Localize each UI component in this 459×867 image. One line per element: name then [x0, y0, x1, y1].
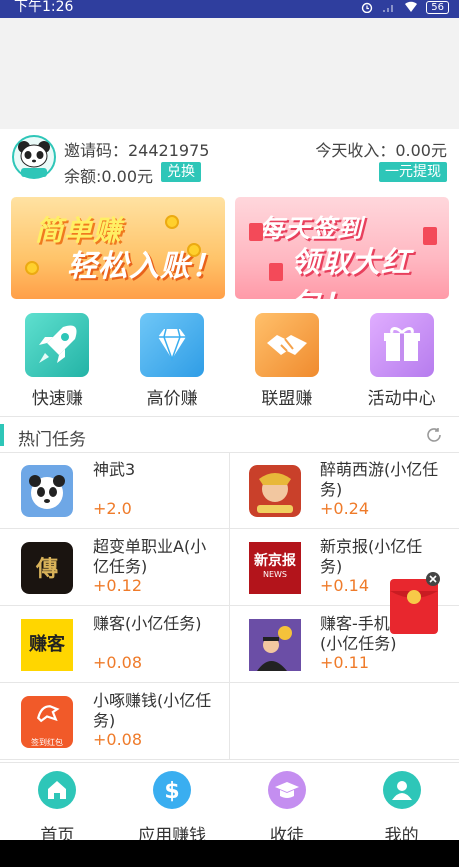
- floating-red-packet-icon[interactable]: [390, 571, 440, 634]
- category-fast-earn-label: 快速赚: [31, 389, 83, 409]
- promo-easy-earn[interactable]: 简单赚 轻松入账！: [11, 197, 225, 299]
- zhuanke-icon-text: 赚客: [29, 634, 65, 655]
- invite-code: 邀请码：24421975: [64, 141, 210, 160]
- legend-game-icon: 傳: [21, 542, 73, 594]
- task-item[interactable]: 签到红包 小啄赚钱(小亿任务) +0.08: [0, 683, 229, 760]
- tab-home[interactable]: 首页: [0, 763, 115, 846]
- zhuanke-icon: 赚客: [21, 619, 73, 671]
- task-item[interactable]: 醉萌西游(小亿任务) +0.24: [229, 452, 459, 529]
- task-empty-cell: [229, 683, 459, 760]
- zhuanke-phone-icon: [249, 619, 301, 671]
- task-reward: +0.08: [93, 653, 143, 672]
- panda-avatar-icon[interactable]: [12, 135, 56, 179]
- home-icon: [38, 771, 77, 809]
- category-fast-earn[interactable]: 快速赚: [0, 313, 115, 409]
- dollar-icon: $: [153, 771, 192, 809]
- task-name: 醉萌西游(小亿任务): [320, 460, 439, 499]
- category-alliance[interactable]: 联盟赚: [230, 313, 345, 409]
- promo-checkin-line2: 领取大红包！: [291, 245, 412, 299]
- task-reward: +0.08: [93, 730, 143, 749]
- task-reward: +0.12: [93, 576, 143, 595]
- xiaozhuo-icon-sub: 签到红包: [31, 738, 63, 747]
- tab-mine[interactable]: 我的: [344, 763, 459, 846]
- status-time: 下午1:26: [14, 0, 74, 15]
- category-high-price-label: 高价赚: [146, 389, 198, 409]
- withdraw-button[interactable]: 一元提现: [379, 162, 447, 182]
- top-banner-placeholder: [0, 18, 459, 129]
- category-activity-center[interactable]: 活动中心: [344, 313, 459, 409]
- diamond-icon: [140, 313, 205, 377]
- tab-apprentice[interactable]: 收徒: [230, 763, 345, 846]
- handshake-icon: [254, 313, 319, 377]
- user-info-bar: 邀请码：24421975 余额:0.00元 兑换 今天收入：0.00元 一元提现: [0, 129, 459, 189]
- battery-icon: 56: [426, 0, 449, 14]
- task-reward: +2.0: [93, 499, 132, 518]
- xiaozhuo-icon: 签到红包: [21, 696, 73, 748]
- task-name: 赚客(小亿任务): [93, 614, 202, 633]
- task-item[interactable]: 神武3 +2.0: [0, 452, 229, 529]
- promo-daily-checkin[interactable]: 每天签到 领取大红包！: [235, 197, 449, 299]
- graduation-cap-icon: [267, 771, 306, 809]
- svg-text:$: $: [164, 779, 179, 804]
- wifi-icon: [405, 1, 418, 12]
- system-nav-bar: [0, 840, 459, 867]
- panda-game-icon: [21, 465, 73, 517]
- category-grid: 快速赚 高价赚 联盟赚 活动中心: [0, 313, 459, 409]
- xinjingbao-icon-text: 新京报: [254, 553, 296, 569]
- bird-icon: [37, 705, 60, 723]
- category-activity-center-label: 活动中心: [367, 389, 436, 409]
- category-alliance-label: 联盟赚: [261, 389, 313, 409]
- hot-tasks-header: 热门任务: [0, 418, 459, 452]
- coin-icon: [187, 243, 201, 257]
- alarm-icon: [362, 2, 373, 13]
- divider: [0, 416, 459, 417]
- refresh-icon[interactable]: [425, 426, 443, 444]
- red-packet-icon: [269, 263, 283, 281]
- task-item[interactable]: 赚客 赚客(小亿任务) +0.08: [0, 606, 229, 683]
- task-name: 神武3: [93, 460, 136, 479]
- bottom-tab-bar: 首页 $ 应用赚钱 收徒 我的: [0, 762, 459, 846]
- status-bar: 下午1:26 56: [0, 0, 459, 18]
- task-name: 小啄赚钱(小亿任务): [93, 691, 212, 730]
- red-packet-icon: [423, 227, 437, 245]
- task-name: 超变单职业A(小亿任务): [93, 537, 207, 576]
- rocket-icon: [25, 313, 90, 377]
- signal-icon: [383, 5, 394, 12]
- coin-icon: [165, 215, 179, 229]
- hot-tasks-title: 热门任务: [18, 430, 86, 450]
- xiyou-game-icon: [249, 465, 301, 517]
- xinjingbao-icon: 新京报 NEWS: [249, 542, 301, 594]
- task-reward: +0.14: [320, 576, 370, 595]
- user-icon: [382, 771, 421, 809]
- xinjingbao-icon-sub: NEWS: [262, 570, 288, 579]
- status-icons: 56: [360, 0, 449, 14]
- section-accent-bar: [0, 424, 4, 446]
- category-high-price[interactable]: 高价赚: [115, 313, 230, 409]
- exchange-button[interactable]: 兑换: [161, 162, 201, 182]
- task-reward: +0.11: [320, 653, 370, 672]
- tab-app-earn[interactable]: $ 应用赚钱: [115, 763, 230, 846]
- gift-icon: [369, 313, 434, 377]
- task-reward: +0.24: [320, 499, 370, 518]
- balance: 余额:0.00元: [64, 167, 154, 186]
- today-income: 今天收入：0.00元: [315, 141, 447, 160]
- red-packet-icon: [249, 223, 263, 241]
- coin-icon: [25, 261, 39, 275]
- task-item[interactable]: 傳 超变单职业A(小亿任务) +0.12: [0, 529, 229, 606]
- svg-text:傳: 傳: [35, 556, 58, 582]
